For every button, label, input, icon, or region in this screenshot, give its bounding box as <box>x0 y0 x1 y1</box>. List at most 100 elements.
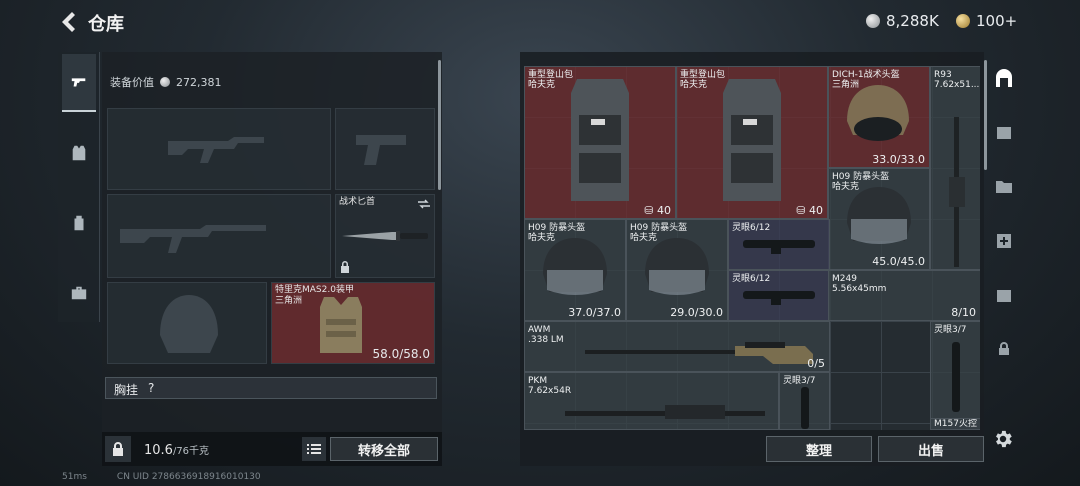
scope-image <box>743 240 815 254</box>
storage-grid: 重型登山包 哈夫克 ⛁ 40 重型登山包 哈夫克 ⛁ 40 DICH-1战术头盔… <box>524 66 980 430</box>
pistol-slot[interactable] <box>335 108 435 190</box>
scope-image <box>743 291 815 305</box>
lock-icon <box>113 442 123 456</box>
vault-icon <box>996 69 1012 87</box>
currency-value: 8,288K <box>886 12 939 30</box>
loadout-scrollbar[interactable] <box>438 60 441 190</box>
tab-armor[interactable] <box>62 124 96 182</box>
tab-case[interactable] <box>62 264 96 322</box>
back-button[interactable] <box>56 8 80 36</box>
category-rail <box>58 52 100 322</box>
sniper-rifle-image <box>949 117 965 267</box>
filter-all[interactable] <box>988 64 1020 94</box>
back-arrow-icon <box>62 12 75 32</box>
storage-filter-rail <box>988 56 1022 376</box>
container-icon <box>997 290 1011 302</box>
filter-container[interactable] <box>988 280 1020 310</box>
filter-add[interactable] <box>988 226 1020 256</box>
equip-value-label: 装备价值 <box>110 76 154 89</box>
coin-icon <box>866 14 880 28</box>
pistol-placeholder-icon <box>356 135 406 165</box>
item-count: ⛁ 40 <box>644 204 671 217</box>
briefcase-icon <box>71 286 87 300</box>
storage-item-helmet[interactable]: H09 防暴头盔 哈夫克 45.0/45.0 <box>828 168 930 270</box>
storage-item-backpack[interactable]: 重型登山包 哈夫克 ⛁ 40 <box>524 66 676 219</box>
filter-images[interactable] <box>988 118 1020 148</box>
lock-icon <box>341 261 349 273</box>
storage-item-scope[interactable]: 灵眼3/7 <box>779 372 830 430</box>
ping: 51ms <box>62 472 87 482</box>
machine-gun-image <box>565 405 765 419</box>
rifle-placeholder-icon <box>168 137 264 163</box>
riot-helmet-image <box>645 238 709 295</box>
storage-item-backpack[interactable]: 重型登山包 哈夫克 ⛁ 40 <box>676 66 828 219</box>
transfer-all-button[interactable]: 转移全部 <box>330 437 438 461</box>
swap-icon[interactable] <box>418 199 430 209</box>
lock-button[interactable] <box>105 436 131 462</box>
primary-weapon-slot[interactable] <box>107 108 331 190</box>
helmet-slot[interactable] <box>107 282 267 364</box>
storage-scrollbar[interactable] <box>984 60 987 170</box>
gallery-icon <box>997 127 1011 139</box>
armor-durability: 58.0/58.0 <box>372 347 430 361</box>
storage-item-scope[interactable]: 灵眼6/12 <box>728 270 830 321</box>
filter-locked[interactable] <box>988 334 1020 364</box>
knife-slot[interactable]: 战术匕首 <box>335 194 435 278</box>
backpack-icon <box>74 215 84 231</box>
lock-icon <box>999 342 1009 355</box>
helmet-placeholder-icon <box>160 295 218 353</box>
currency-premium[interactable]: 100+ <box>956 12 1017 30</box>
sell-button[interactable]: 出售 <box>878 436 984 462</box>
rifle-placeholder-icon <box>120 225 266 253</box>
secondary-weapon-slot[interactable] <box>107 194 331 278</box>
user-id: CN UID 2786636918916010130 <box>116 472 261 482</box>
add-box-icon <box>997 234 1011 248</box>
tab-weapons[interactable] <box>62 54 96 112</box>
filter-folder[interactable] <box>988 172 1020 202</box>
scope-image <box>952 342 960 412</box>
backpack-image <box>723 79 781 201</box>
chest-rig-header[interactable]: 胸挂 ? <box>105 377 437 399</box>
status-line: 51ms CN UID 2786636918916010130 <box>62 472 261 482</box>
currency-coins: 8,288K <box>866 12 939 30</box>
settings-button[interactable] <box>992 428 1018 454</box>
help-icon[interactable]: ? <box>148 381 154 395</box>
storage-item-machine-gun[interactable]: PKM 7.62x54R <box>524 372 779 430</box>
gold-coin-icon <box>956 14 970 28</box>
equip-value-amount: 272,381 <box>176 75 222 89</box>
armor-vest-icon <box>72 145 86 161</box>
gear-icon <box>996 430 1012 448</box>
storage-item-rifle[interactable]: R93 7.62x51... <box>930 66 980 270</box>
item-count: ⛁ 40 <box>796 204 823 217</box>
folder-icon <box>996 181 1012 193</box>
storage-item-helmet[interactable]: H09 防暴头盔 哈夫克 37.0/37.0 <box>524 219 626 321</box>
storage-item-sniper-rifle[interactable]: AWM .338 LM 0/5 <box>524 321 830 372</box>
storage-item-helmet[interactable]: DICH-1战术头盔 三角洲 33.0/33.0 <box>828 66 930 168</box>
chest-rig-label: 胸挂 <box>114 383 139 397</box>
storage-item-machine-gun[interactable]: M249 5.56x45mm 8/10 <box>828 270 980 321</box>
currency-value: 100+ <box>976 12 1018 30</box>
storage-item-scope[interactable]: 灵眼3/7 <box>930 321 980 430</box>
armor-slot[interactable]: 特里克MAS2.0装甲 三角洲 58.0/58.0 <box>271 282 435 364</box>
list-icon <box>307 444 321 454</box>
riot-helmet-image <box>847 187 911 244</box>
knife-icon <box>342 231 428 241</box>
storage-item-scope[interactable]: 灵眼6/12 <box>728 219 830 270</box>
tactical-helmet-image <box>847 85 909 141</box>
sniper-rifle-image <box>585 342 813 364</box>
list-view-button[interactable] <box>302 437 326 461</box>
pistol-icon <box>71 78 86 87</box>
backpack-image <box>571 79 629 201</box>
coin-icon <box>160 77 170 87</box>
page-title: 仓库 <box>88 14 124 35</box>
storage-item-fire-control[interactable]: M157火控 <box>930 418 980 430</box>
storage-item-helmet[interactable]: H09 防暴头盔 哈夫克 29.0/30.0 <box>626 219 728 321</box>
riot-helmet-image <box>543 238 607 295</box>
knife-label: 战术匕首 <box>339 197 376 207</box>
scope-image <box>801 387 809 429</box>
sort-button[interactable]: 整理 <box>766 436 872 462</box>
tab-backpack[interactable] <box>62 194 96 252</box>
equip-value: 装备价值 272,381 <box>110 74 222 90</box>
armor-vest-image <box>320 297 362 353</box>
carry-weight: 10.6/76千克 <box>144 443 210 458</box>
